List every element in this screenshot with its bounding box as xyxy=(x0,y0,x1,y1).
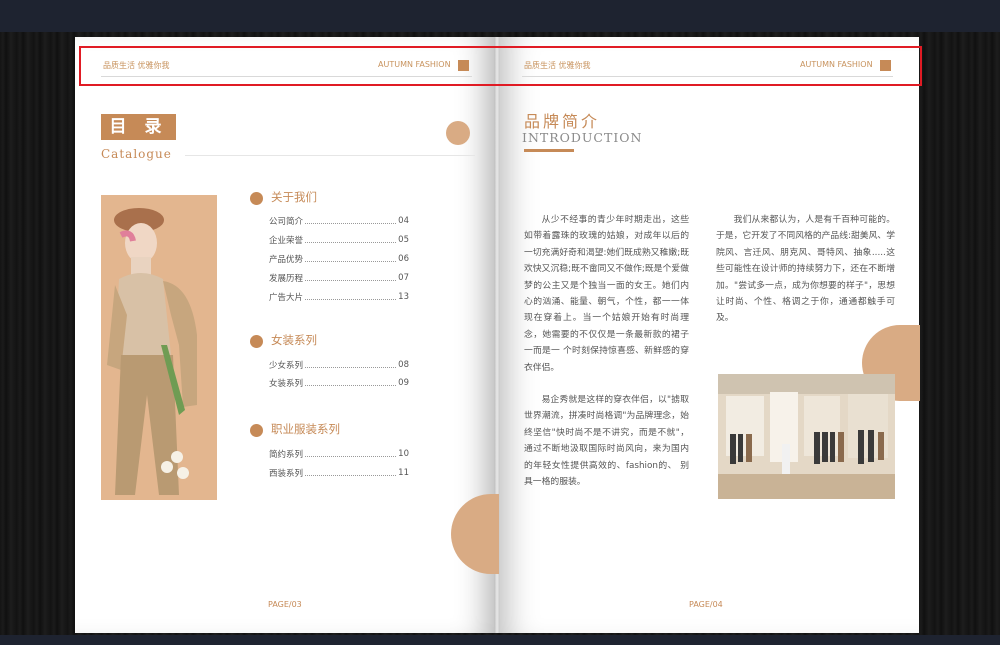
toc-leader xyxy=(305,241,397,243)
toc-item-page: 08 xyxy=(398,360,409,370)
toc-item-page: 10 xyxy=(398,449,409,459)
toc-leader xyxy=(305,366,397,368)
toc-item-page: 09 xyxy=(398,378,409,388)
toc-item-label: 企业荣誉 xyxy=(269,236,304,246)
toc-item-page: 07 xyxy=(398,273,409,283)
store-photo xyxy=(718,374,895,499)
toc-leader xyxy=(305,455,397,457)
toc-item[interactable]: 产品优势 06 xyxy=(269,253,409,265)
toc-item-label: 少女系列 xyxy=(269,361,304,371)
toc-item[interactable]: 广告大片 13 xyxy=(269,291,409,303)
toc-item-page: 05 xyxy=(398,235,409,245)
toc-leader xyxy=(305,279,397,281)
toc-leader xyxy=(305,384,397,386)
section-dot-2 xyxy=(250,335,263,348)
toc-title: 目 录 xyxy=(101,114,176,140)
toc-item-label: 女装系列 xyxy=(269,379,304,389)
toc-item[interactable]: 简约系列 10 xyxy=(269,448,409,460)
section-title-about: 关于我们 xyxy=(271,190,317,204)
section-dot-1 xyxy=(250,192,263,205)
toc-item-label: 公司简介 xyxy=(269,217,304,227)
model-photo xyxy=(101,195,217,500)
intro-paragraph-1: 从少不经事的青少年时期走出，这些如带着露珠的玫瑰的姑娘，对成年以后的一切充满好奇… xyxy=(524,215,689,373)
section-title-workwear: 职业服装系列 xyxy=(271,422,340,436)
intro-paragraph-3: 我们从来都认为，人是有千百种可能的。于是，它开发了不同风格的产品线:甜美风、学院… xyxy=(716,215,895,324)
toc-item-page: 13 xyxy=(398,292,409,302)
intro-paragraph-2: 易企秀就是这样的穿衣伴侣，以"掳取世界潮流，拼凑时尚格调"为品牌理念，始终坚信"… xyxy=(524,395,689,488)
toc-item[interactable]: 西装系列 11 xyxy=(269,467,409,479)
toc-item-page: 04 xyxy=(398,216,409,226)
toc-item[interactable]: 企业荣誉 05 xyxy=(269,234,409,246)
toc-item[interactable]: 发展历程 07 xyxy=(269,272,409,284)
intro-title-cn: 品牌简介 xyxy=(524,112,601,131)
toc-item-label: 西装系列 xyxy=(269,469,304,479)
toc-item-page: 06 xyxy=(398,254,409,264)
toc-subtitle: Catalogue xyxy=(101,147,172,161)
toc-item[interactable]: 少女系列 08 xyxy=(269,359,409,371)
toc-item-label: 简约系列 xyxy=(269,450,304,460)
bottom-bar xyxy=(0,635,1000,645)
page-number-left: PAGE/03 xyxy=(268,600,302,609)
toc-item-page: 11 xyxy=(398,468,409,478)
section-title-womens: 女装系列 xyxy=(271,333,317,347)
toc-leader xyxy=(305,260,397,262)
toc-item-label: 发展历程 xyxy=(269,274,304,284)
toc-item-label: 广告大片 xyxy=(269,293,304,303)
toc-leader xyxy=(305,298,397,300)
intro-title-en: INTRODUCTION xyxy=(522,130,643,145)
toc-item[interactable]: 公司简介 04 xyxy=(269,215,409,227)
intro-accent-bar xyxy=(524,149,574,152)
toc-item[interactable]: 女装系列 09 xyxy=(269,377,409,389)
decor-circle-small xyxy=(446,121,470,145)
toc-leader xyxy=(305,222,397,224)
top-bar xyxy=(0,0,1000,32)
toc-leader xyxy=(305,474,397,476)
toc-item-label: 产品优势 xyxy=(269,255,304,265)
toc-rule xyxy=(185,155,475,156)
section-dot-3 xyxy=(250,424,263,437)
header-highlight-box xyxy=(79,46,922,86)
page-number-right: PAGE/04 xyxy=(689,600,723,609)
